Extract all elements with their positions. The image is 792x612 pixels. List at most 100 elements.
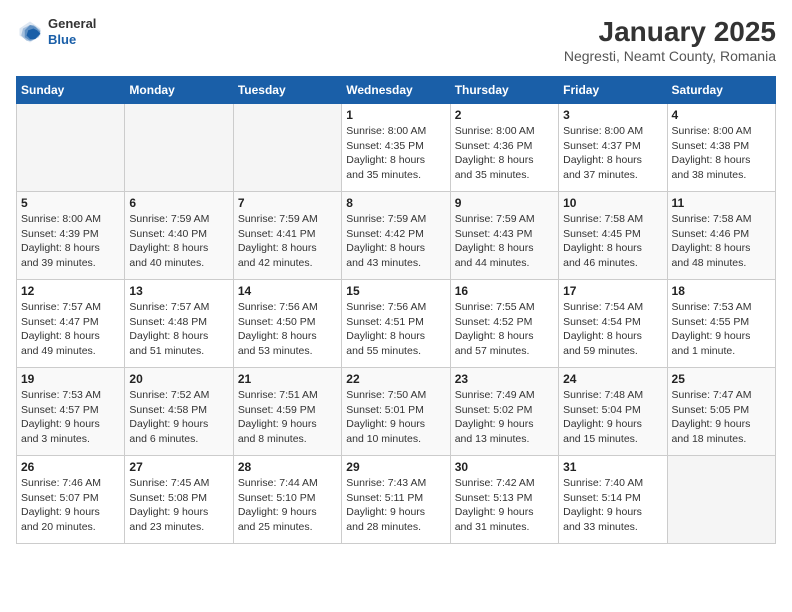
day-info: Sunrise: 7:48 AM Sunset: 5:04 PM Dayligh… (563, 388, 662, 447)
calendar-cell (17, 104, 125, 192)
day-info: Sunrise: 7:40 AM Sunset: 5:14 PM Dayligh… (563, 476, 662, 535)
day-number: 31 (563, 460, 662, 474)
day-number: 14 (238, 284, 337, 298)
day-number: 10 (563, 196, 662, 210)
day-number: 28 (238, 460, 337, 474)
day-number: 27 (129, 460, 228, 474)
day-number: 5 (21, 196, 120, 210)
calendar-cell: 2 Sunrise: 8:00 AM Sunset: 4:36 PM Daylig… (450, 104, 558, 192)
calendar-cell (233, 104, 341, 192)
day-info: Sunrise: 7:55 AM Sunset: 4:52 PM Dayligh… (455, 300, 554, 359)
calendar-cell: 4 Sunrise: 8:00 AM Sunset: 4:38 PM Daylig… (667, 104, 775, 192)
logo: General Blue (16, 16, 96, 47)
day-info: Sunrise: 7:56 AM Sunset: 4:51 PM Dayligh… (346, 300, 445, 359)
day-info: Sunrise: 8:00 AM Sunset: 4:38 PM Dayligh… (672, 124, 771, 183)
day-of-week-header: Saturday (667, 77, 775, 104)
calendar-cell: 10Sunrise: 7:58 AM Sunset: 4:45 PM Dayli… (559, 192, 667, 280)
calendar-cell: 16 Sunrise: 7:55 AM Sunset: 4:52 PM Dayli… (450, 280, 558, 368)
day-info: Sunrise: 7:57 AM Sunset: 4:47 PM Dayligh… (21, 300, 120, 359)
calendar-cell: 7Sunrise: 7:59 AM Sunset: 4:41 PM Daylig… (233, 192, 341, 280)
day-info: Sunrise: 7:54 AM Sunset: 4:54 PM Dayligh… (563, 300, 662, 359)
day-number: 17 (563, 284, 662, 298)
day-number: 16 (455, 284, 554, 298)
day-info: Sunrise: 7:59 AM Sunset: 4:43 PM Dayligh… (455, 212, 554, 271)
day-info: Sunrise: 7:56 AM Sunset: 4:50 PM Dayligh… (238, 300, 337, 359)
calendar-cell: 3 Sunrise: 8:00 AM Sunset: 4:37 PM Daylig… (559, 104, 667, 192)
calendar-cell: 25 Sunrise: 7:47 AM Sunset: 5:05 PM Dayli… (667, 368, 775, 456)
calendar-cell: 8 Sunrise: 7:59 AM Sunset: 4:42 PM Daylig… (342, 192, 450, 280)
day-info: Sunrise: 7:51 AM Sunset: 4:59 PM Dayligh… (238, 388, 337, 447)
calendar-cell: 24Sunrise: 7:48 AM Sunset: 5:04 PM Dayli… (559, 368, 667, 456)
day-number: 9 (455, 196, 554, 210)
calendar-cell: 26Sunrise: 7:46 AM Sunset: 5:07 PM Dayli… (17, 456, 125, 544)
month-title: January 2025 (564, 16, 776, 48)
calendar-cell: 29Sunrise: 7:43 AM Sunset: 5:11 PM Dayli… (342, 456, 450, 544)
day-info: Sunrise: 8:00 AM Sunset: 4:37 PM Dayligh… (563, 124, 662, 183)
day-number: 25 (672, 372, 771, 386)
calendar-cell: 17 Sunrise: 7:54 AM Sunset: 4:54 PM Dayli… (559, 280, 667, 368)
day-number: 15 (346, 284, 445, 298)
day-number: 1 (346, 108, 445, 122)
day-number: 29 (346, 460, 445, 474)
calendar-cell: 15 Sunrise: 7:56 AM Sunset: 4:51 PM Dayli… (342, 280, 450, 368)
day-info: Sunrise: 7:42 AM Sunset: 5:13 PM Dayligh… (455, 476, 554, 535)
day-info: Sunrise: 7:53 AM Sunset: 4:57 PM Dayligh… (21, 388, 120, 447)
day-number: 13 (129, 284, 228, 298)
day-number: 8 (346, 196, 445, 210)
day-of-week-header: Tuesday (233, 77, 341, 104)
calendar-cell: 20 Sunrise: 7:52 AM Sunset: 4:58 PM Dayli… (125, 368, 233, 456)
calendar-cell: 6Sunrise: 7:59 AM Sunset: 4:40 PM Daylig… (125, 192, 233, 280)
day-number: 19 (21, 372, 120, 386)
day-info: Sunrise: 8:00 AM Sunset: 4:39 PM Dayligh… (21, 212, 120, 271)
day-number: 30 (455, 460, 554, 474)
calendar-cell (667, 456, 775, 544)
day-info: Sunrise: 7:49 AM Sunset: 5:02 PM Dayligh… (455, 388, 554, 447)
day-info: Sunrise: 8:00 AM Sunset: 4:36 PM Dayligh… (455, 124, 554, 183)
logo-general: General (48, 16, 96, 32)
day-info: Sunrise: 7:52 AM Sunset: 4:58 PM Dayligh… (129, 388, 228, 447)
logo-icon (16, 18, 44, 46)
day-info: Sunrise: 7:50 AM Sunset: 5:01 PM Dayligh… (346, 388, 445, 447)
day-info: Sunrise: 7:44 AM Sunset: 5:10 PM Dayligh… (238, 476, 337, 535)
day-number: 12 (21, 284, 120, 298)
calendar-body: 1Sunrise: 8:00 AM Sunset: 4:35 PM Daylig… (17, 104, 776, 544)
week-row: 1Sunrise: 8:00 AM Sunset: 4:35 PM Daylig… (17, 104, 776, 192)
day-number: 11 (672, 196, 771, 210)
page-header: General Blue January 2025 Negresti, Neam… (16, 16, 776, 64)
day-of-week-header: Friday (559, 77, 667, 104)
day-of-week-header: Monday (125, 77, 233, 104)
calendar-cell: 31 Sunrise: 7:40 AM Sunset: 5:14 PM Dayli… (559, 456, 667, 544)
day-info: Sunrise: 7:58 AM Sunset: 4:46 PM Dayligh… (672, 212, 771, 271)
day-of-week-header: Wednesday (342, 77, 450, 104)
logo-blue: Blue (48, 32, 96, 48)
calendar-cell: 9 Sunrise: 7:59 AM Sunset: 4:43 PM Daylig… (450, 192, 558, 280)
title-block: January 2025 Negresti, Neamt County, Rom… (564, 16, 776, 64)
day-of-week-header: Sunday (17, 77, 125, 104)
day-number: 3 (563, 108, 662, 122)
week-row: 12 Sunrise: 7:57 AM Sunset: 4:47 PM Dayli… (17, 280, 776, 368)
calendar-cell: 11 Sunrise: 7:58 AM Sunset: 4:46 PM Dayli… (667, 192, 775, 280)
location-subtitle: Negresti, Neamt County, Romania (564, 48, 776, 64)
calendar-table: SundayMondayTuesdayWednesdayThursdayFrid… (16, 76, 776, 544)
week-row: 19 Sunrise: 7:53 AM Sunset: 4:57 PM Dayli… (17, 368, 776, 456)
calendar-cell: 30 Sunrise: 7:42 AM Sunset: 5:13 PM Dayli… (450, 456, 558, 544)
day-number: 2 (455, 108, 554, 122)
day-number: 20 (129, 372, 228, 386)
calendar-cell: 18Sunrise: 7:53 AM Sunset: 4:55 PM Dayli… (667, 280, 775, 368)
day-of-week-header: Thursday (450, 77, 558, 104)
day-info: Sunrise: 7:59 AM Sunset: 4:42 PM Dayligh… (346, 212, 445, 271)
calendar-cell: 28 Sunrise: 7:44 AM Sunset: 5:10 PM Dayli… (233, 456, 341, 544)
calendar-cell: 12 Sunrise: 7:57 AM Sunset: 4:47 PM Dayli… (17, 280, 125, 368)
logo-text: General Blue (48, 16, 96, 47)
calendar-cell: 23Sunrise: 7:49 AM Sunset: 5:02 PM Dayli… (450, 368, 558, 456)
calendar-cell: 19 Sunrise: 7:53 AM Sunset: 4:57 PM Dayli… (17, 368, 125, 456)
day-number: 22 (346, 372, 445, 386)
calendar-cell: 27Sunrise: 7:45 AM Sunset: 5:08 PM Dayli… (125, 456, 233, 544)
calendar-cell: 1Sunrise: 8:00 AM Sunset: 4:35 PM Daylig… (342, 104, 450, 192)
days-of-week-row: SundayMondayTuesdayWednesdayThursdayFrid… (17, 77, 776, 104)
day-number: 4 (672, 108, 771, 122)
day-info: Sunrise: 7:57 AM Sunset: 4:48 PM Dayligh… (129, 300, 228, 359)
week-row: 26Sunrise: 7:46 AM Sunset: 5:07 PM Dayli… (17, 456, 776, 544)
calendar-cell: 14 Sunrise: 7:56 AM Sunset: 4:50 PM Dayli… (233, 280, 341, 368)
day-info: Sunrise: 7:47 AM Sunset: 5:05 PM Dayligh… (672, 388, 771, 447)
